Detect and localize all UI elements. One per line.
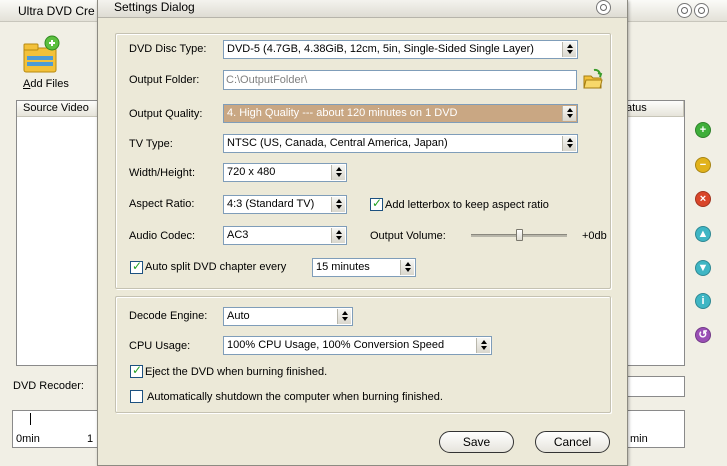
spin-arrows-icon[interactable] (476, 338, 490, 353)
audio-codec-select[interactable]: AC3 (223, 226, 347, 245)
volume-slider-thumb[interactable] (516, 229, 523, 241)
aspect-ratio-value: 4:3 (Standard TV) (227, 198, 315, 210)
audio-codec-label: Audio Codec: (129, 230, 196, 242)
tv-type-select[interactable]: NTSC (US, Canada, Central America, Japan… (223, 134, 578, 153)
undo-icon: ↺ (698, 329, 708, 341)
width-height-value: 720 x 480 (227, 166, 276, 178)
audio-codec-value: AC3 (227, 229, 249, 241)
letterbox-checkbox[interactable] (370, 196, 383, 211)
spin-arrows-icon[interactable] (562, 106, 576, 121)
auto-shutdown-label[interactable]: Automatically shutdown the computer when… (147, 391, 443, 403)
width-height-label: Width/Height: (129, 167, 196, 179)
auto-shutdown-checkbox[interactable] (130, 390, 143, 403)
timeline-start-label: 0min (16, 433, 40, 445)
add-files-icon (23, 35, 60, 73)
auto-split-interval-value: 15 minutes (316, 261, 370, 273)
spin-arrows-icon[interactable] (337, 309, 351, 324)
cancel-button[interactable]: Cancel (535, 431, 610, 453)
add-icon: + (699, 124, 707, 136)
open-folder-icon (583, 68, 603, 89)
dvd-disc-type-value: DVD-5 (4.7GB, 4.38GiB, 12cm, 5in, Single… (227, 43, 534, 55)
dvd-recoder-field[interactable] (625, 376, 685, 397)
timeline-marker (30, 413, 31, 425)
auto-split-label[interactable]: Auto split DVD chapter every (145, 261, 286, 273)
spin-arrows-icon[interactable] (331, 228, 345, 243)
remove-icon: − (699, 159, 707, 171)
output-volume-label: Output Volume: (370, 230, 446, 242)
eject-dvd-label[interactable]: Eject the DVD when burning finished. (145, 366, 327, 378)
close-button[interactable] (694, 3, 709, 18)
dvd-disc-type-label: DVD Disc Type: (129, 43, 207, 55)
main-window-title: Ultra DVD Cre (18, 4, 95, 18)
info-button[interactable]: i (695, 293, 711, 309)
output-quality-value: 4. High Quality --- about 120 minutes on… (227, 107, 458, 119)
dvd-disc-type-select[interactable]: DVD-5 (4.7GB, 4.38GiB, 12cm, 5in, Single… (223, 40, 578, 59)
add-item-button[interactable]: + (695, 122, 711, 138)
aspect-ratio-select[interactable]: 4:3 (Standard TV) (223, 195, 347, 214)
output-folder-label: Output Folder: (129, 74, 200, 86)
decode-engine-select[interactable]: Auto (223, 307, 353, 326)
save-button[interactable]: Save (439, 431, 514, 453)
browse-folder-button[interactable] (583, 68, 603, 90)
move-down-button[interactable]: ▼ (695, 260, 711, 276)
move-down-icon: ▼ (697, 262, 709, 274)
spin-arrows-icon[interactable] (562, 42, 576, 57)
tv-type-label: TV Type: (129, 138, 173, 150)
tv-type-value: NTSC (US, Canada, Central America, Japan… (227, 137, 448, 149)
output-folder-field[interactable]: C:\OutputFolder\ (223, 70, 577, 90)
remove-item-button[interactable]: − (695, 157, 711, 173)
auto-split-interval-select[interactable]: 15 minutes (312, 258, 416, 277)
cpu-usage-value: 100% CPU Usage, 100% Conversion Speed (227, 339, 445, 351)
width-height-select[interactable]: 720 x 480 (223, 163, 347, 182)
dialog-close-button[interactable] (596, 0, 611, 15)
cpu-usage-label: CPU Usage: (129, 340, 191, 352)
output-volume-value: +0db (582, 230, 607, 242)
letterbox-label[interactable]: Add letterbox to keep aspect ratio (385, 199, 549, 211)
spin-arrows-icon[interactable] (562, 136, 576, 151)
cpu-usage-select[interactable]: 100% CPU Usage, 100% Conversion Speed (223, 336, 492, 355)
output-quality-select[interactable]: 4. High Quality --- about 120 minutes on… (223, 104, 578, 123)
column-header-status[interactable]: atus (620, 101, 684, 117)
eject-dvd-checkbox[interactable] (130, 363, 143, 378)
delete-item-button[interactable]: × (695, 191, 711, 207)
decode-engine-label: Decode Engine: (129, 310, 208, 322)
add-files-label[interactable]: Add Files (23, 78, 69, 90)
move-up-button[interactable]: ▲ (695, 226, 711, 242)
dialog-title: Settings Dialog (114, 0, 195, 14)
info-icon: i (701, 295, 705, 307)
aspect-ratio-label: Aspect Ratio: (129, 198, 195, 210)
auto-split-checkbox[interactable] (130, 259, 143, 274)
spin-arrows-icon[interactable] (331, 165, 345, 180)
spin-arrows-icon[interactable] (331, 197, 345, 212)
delete-icon: × (699, 193, 707, 205)
move-up-icon: ▲ (697, 228, 709, 240)
undo-button[interactable]: ↺ (695, 327, 711, 343)
spin-arrows-icon[interactable] (400, 260, 414, 275)
timeline-second-label: 1 (87, 433, 94, 445)
output-quality-label: Output Quality: (129, 108, 203, 120)
dvd-recoder-label: DVD Recoder: (13, 380, 84, 392)
timeline-right-label: min (630, 433, 648, 445)
decode-engine-value: Auto (227, 310, 250, 322)
minimize-button[interactable] (677, 3, 692, 18)
